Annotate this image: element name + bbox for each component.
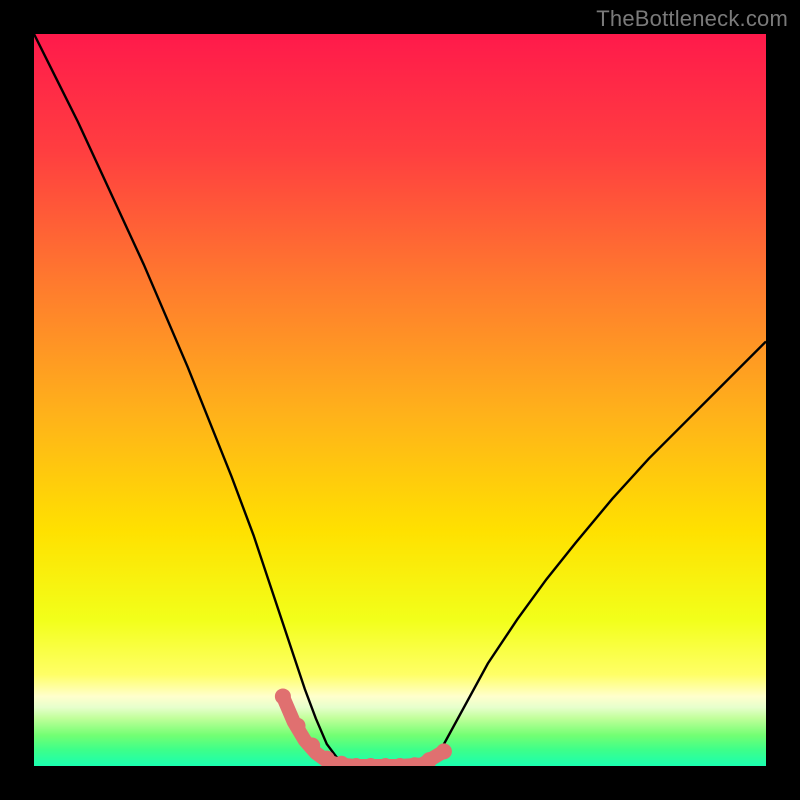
chart-frame: TheBottleneck.com xyxy=(0,0,800,800)
highlight-dot xyxy=(275,688,291,704)
highlight-dot xyxy=(319,751,335,766)
highlight-dot xyxy=(436,743,452,759)
gradient-background xyxy=(34,34,766,766)
plot-area xyxy=(34,34,766,766)
watermark-text: TheBottleneck.com xyxy=(596,6,788,32)
highlight-dot xyxy=(290,718,306,734)
highlight-dot xyxy=(304,738,320,754)
bottleneck-chart xyxy=(34,34,766,766)
